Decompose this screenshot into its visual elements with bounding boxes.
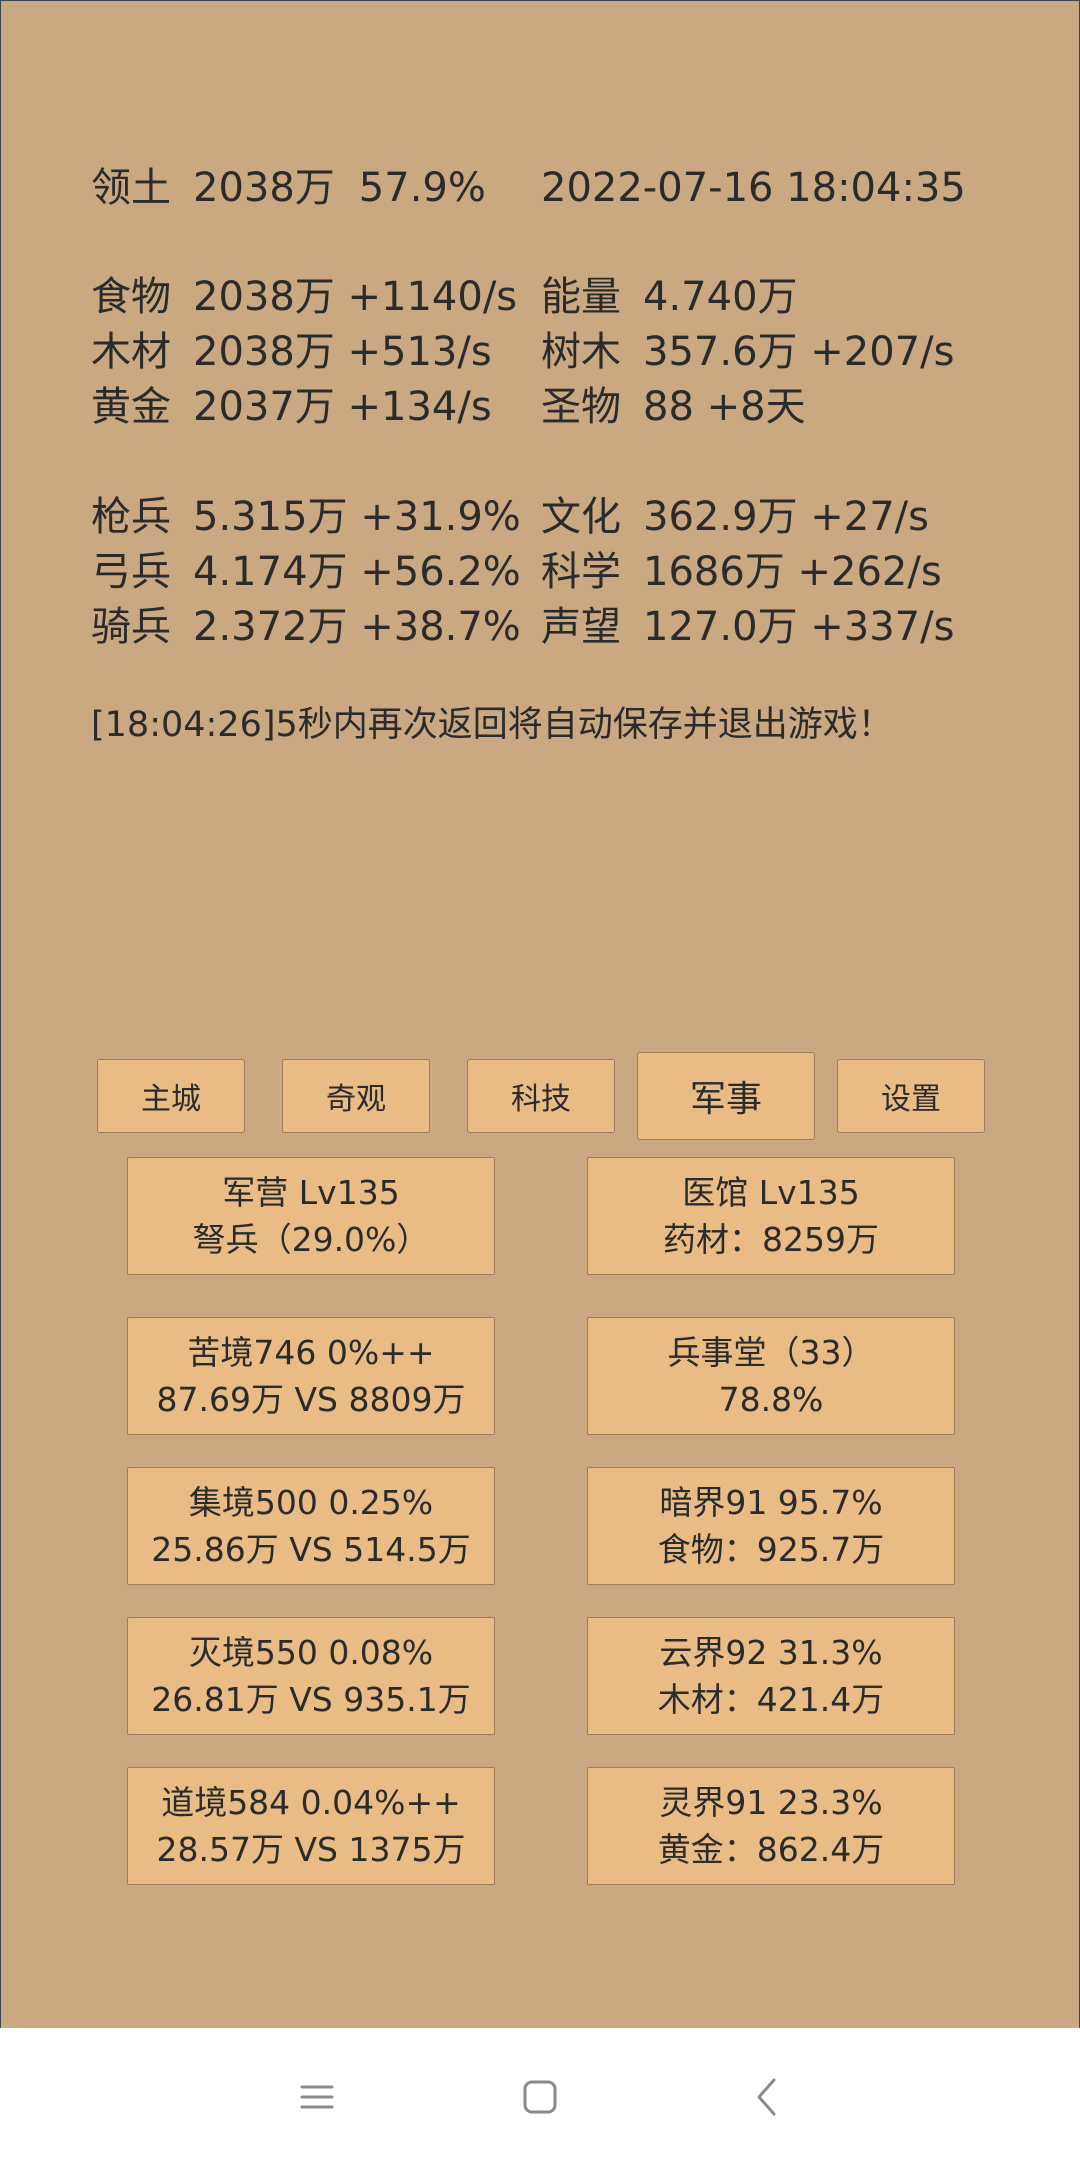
card-military-hall[interactable]: 兵事堂（33） 78.8% xyxy=(587,1317,955,1435)
resource-value: 88 +8天 xyxy=(643,384,806,430)
card-detail: 26.81万 VS 935.1万 xyxy=(151,1680,471,1719)
resource-label: 木材 xyxy=(91,329,171,375)
card-title: 云界92 31.3% xyxy=(659,1633,883,1672)
back-icon[interactable] xyxy=(742,2072,792,2122)
resource-label: 食物 xyxy=(91,274,171,320)
card-title: 集境500 0.25% xyxy=(188,1483,434,1522)
resource-trees: 树木 357.6万 +207/s xyxy=(541,328,954,376)
troop-value: 2.372万 +38.7% xyxy=(193,604,521,650)
card-detail: 87.69万 VS 8809万 xyxy=(156,1380,466,1419)
resource-label: 能量 xyxy=(541,274,621,320)
card-realm-miejing[interactable]: 灭境550 0.08% 26.81万 VS 935.1万 xyxy=(127,1617,495,1735)
tab-technology[interactable]: 科技 xyxy=(467,1059,615,1133)
resource-value: 357.6万 +207/s xyxy=(643,329,955,375)
card-title: 道境584 0.04%++ xyxy=(161,1783,461,1822)
card-title: 暗界91 95.7% xyxy=(659,1483,883,1522)
card-realm-lingjie[interactable]: 灵界91 23.3% 黄金：862.4万 xyxy=(587,1767,955,1885)
card-realm-jijing[interactable]: 集境500 0.25% 25.86万 VS 514.5万 xyxy=(127,1467,495,1585)
card-title: 苦境746 0%++ xyxy=(187,1333,435,1372)
troop-value: 5.315万 +31.9% xyxy=(193,494,521,540)
card-detail: 28.57万 VS 1375万 xyxy=(156,1830,466,1869)
resource-wood: 木材 2038万 +513/s xyxy=(91,328,492,376)
culture-value: 362.9万 +27/s xyxy=(643,494,929,540)
territory-label: 领土 xyxy=(91,165,171,211)
card-detail: 黄金：862.4万 xyxy=(657,1830,885,1869)
home-icon[interactable] xyxy=(515,2072,565,2122)
card-title: 灵界91 23.3% xyxy=(659,1783,883,1822)
resource-label: 黄金 xyxy=(91,384,171,430)
resource-gold: 黄金 2037万 +134/s xyxy=(91,383,492,431)
tab-main-city[interactable]: 主城 xyxy=(97,1059,245,1133)
troop-label: 弓兵 xyxy=(91,549,171,595)
tab-wonders[interactable]: 奇观 xyxy=(282,1059,430,1133)
territory-value: 2038万 xyxy=(193,165,335,211)
card-realm-anjie[interactable]: 暗界91 95.7% 食物：925.7万 xyxy=(587,1467,955,1585)
tab-military[interactable]: 军事 xyxy=(637,1052,815,1140)
resource-food: 食物 2038万 +1140/s xyxy=(91,273,517,321)
menu-icon[interactable] xyxy=(292,2072,342,2122)
card-detail: 药材：8259万 xyxy=(663,1220,879,1259)
resource-label: 圣物 xyxy=(541,384,621,430)
card-barracks[interactable]: 军营 Lv135 弩兵（29.0%） xyxy=(127,1157,495,1275)
culture-label: 声望 xyxy=(541,604,621,650)
game-panel: 领土 2038万 57.9% 2022-07-16 18:04:35 食物 2038万… xyxy=(0,0,1080,2029)
card-hospital[interactable]: 医馆 Lv135 药材：8259万 xyxy=(587,1157,955,1275)
troop-value: 4.174万 +56.2% xyxy=(193,549,521,595)
culture-label: 文化 xyxy=(541,494,621,540)
culture-value: 1686万 +262/s xyxy=(643,549,942,595)
stat-prestige: 声望 127.0万 +337/s xyxy=(541,603,954,651)
troop-label: 枪兵 xyxy=(91,494,171,540)
resource-value: 2038万 +1140/s xyxy=(193,274,518,320)
card-realm-yunjie[interactable]: 云界92 31.3% 木材：421.4万 xyxy=(587,1617,955,1735)
culture-value: 127.0万 +337/s xyxy=(643,604,955,650)
card-title: 灭境550 0.08% xyxy=(188,1633,434,1672)
game-datetime: 2022-07-16 18:04:35 xyxy=(541,165,966,211)
card-title: 医馆 Lv135 xyxy=(682,1173,860,1212)
card-realm-kujing[interactable]: 苦境746 0%++ 87.69万 VS 8809万 xyxy=(127,1317,495,1435)
resource-value: 2037万 +134/s xyxy=(193,384,492,430)
stat-science: 科学 1686万 +262/s xyxy=(541,548,942,596)
card-title: 军营 Lv135 xyxy=(222,1173,400,1212)
troop-spearmen: 枪兵 5.315万 +31.9% xyxy=(91,493,521,541)
stat-culture: 文化 362.9万 +27/s xyxy=(541,493,929,541)
territory-stat: 领土 2038万 57.9% xyxy=(91,164,486,212)
resource-energy: 能量 4.740万 xyxy=(541,273,798,321)
troop-cavalry: 骑兵 2.372万 +38.7% xyxy=(91,603,521,651)
troop-label: 骑兵 xyxy=(91,604,171,650)
resource-value: 2038万 +513/s xyxy=(193,329,492,375)
troop-archers: 弓兵 4.174万 +56.2% xyxy=(91,548,521,596)
system-nav-bar xyxy=(0,2028,1080,2160)
card-detail: 弩兵（29.0%） xyxy=(192,1220,430,1259)
card-title: 兵事堂（33） xyxy=(667,1333,875,1372)
card-detail: 78.8% xyxy=(718,1380,824,1419)
card-detail: 木材：421.4万 xyxy=(657,1680,885,1719)
card-detail: 食物：925.7万 xyxy=(657,1530,885,1569)
resource-label: 树木 xyxy=(541,329,621,375)
culture-label: 科学 xyxy=(541,549,621,595)
card-detail: 25.86万 VS 514.5万 xyxy=(151,1530,471,1569)
tab-settings[interactable]: 设置 xyxy=(837,1059,985,1133)
resource-value: 4.740万 xyxy=(643,274,798,320)
territory-percent: 57.9% xyxy=(358,165,486,211)
card-realm-daojing[interactable]: 道境584 0.04%++ 28.57万 VS 1375万 xyxy=(127,1767,495,1885)
message-log: [18:04:26]5秒内再次返回将自动保存并退出游戏！ xyxy=(91,705,893,745)
resource-relics: 圣物 88 +8天 xyxy=(541,383,806,431)
